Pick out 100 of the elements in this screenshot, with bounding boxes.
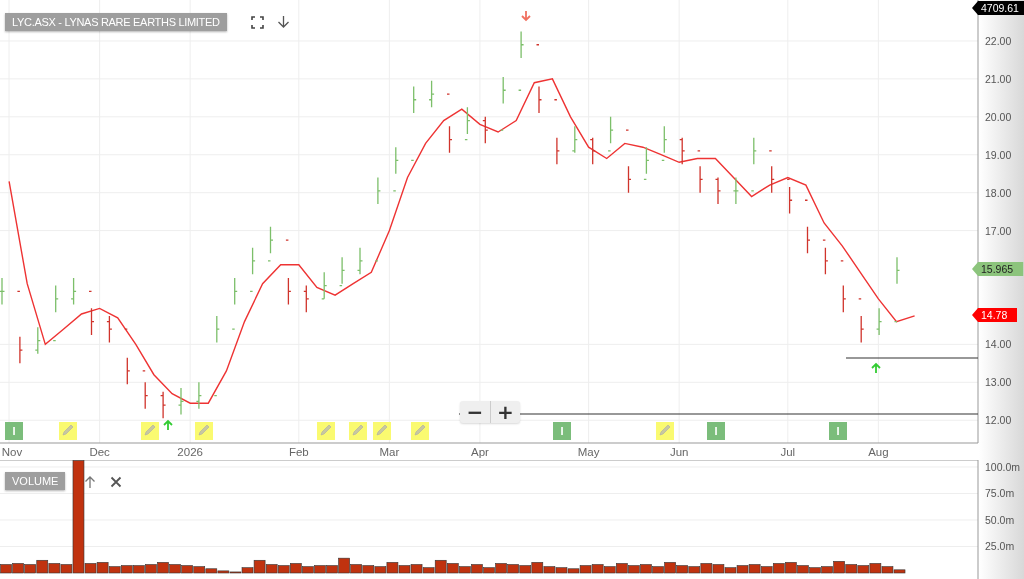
y-axis-label: 13.00 [985,376,1012,389]
volume-bar [290,563,302,574]
up-arrow-icon [163,419,173,431]
price-bar [535,44,543,114]
y-axis-label: 100.0m [985,461,1021,473]
x-axis-label: 2026 [177,446,203,458]
note-marker[interactable] [317,422,335,440]
volume-bar [797,565,809,574]
volume-bar [845,564,857,574]
up-arrow-icon [871,362,881,374]
price-bar [159,391,167,419]
fullscreen-icon[interactable] [251,16,264,29]
price-bar [124,328,131,385]
price-bar [177,387,185,416]
y-axis-label: 14.00 [985,338,1012,351]
price-bar [285,239,292,306]
volume-bar [265,564,278,574]
volume-bar [446,563,459,574]
down-arrow-icon[interactable] [277,15,290,29]
y-axis-label: 12.00 [985,414,1012,427]
x-axis-label: Nov [1,446,23,458]
zoom-out-button[interactable]: − [460,401,490,423]
info-marker[interactable]: I [553,422,571,440]
price-bar [589,137,596,165]
volume-bar [640,564,652,574]
volume-bar [507,564,519,574]
price-bar [356,247,364,275]
price-bar [679,137,686,165]
price-bar [88,290,95,336]
x-axis-label: May [577,446,600,458]
volume-bar [519,565,531,574]
volume-bar [181,565,193,574]
price-bar [696,150,704,194]
note-marker[interactable] [349,422,367,440]
x-axis-label: Feb [288,446,309,458]
price-bar [553,99,561,165]
note-marker[interactable] [59,422,77,440]
price-bar [338,256,346,287]
note-marker[interactable] [656,422,674,440]
price-bar [34,326,41,355]
up-arrow-icon[interactable] [84,475,96,489]
volume-bar [362,565,375,574]
close-icon[interactable] [110,476,122,488]
volume-bar [736,565,749,574]
volume-bar [773,563,785,574]
info-marker[interactable]: I [707,422,725,440]
y-axis-label: 18.00 [985,186,1012,199]
y-axis-label: 25.0m [985,540,1015,553]
volume-bar [748,564,761,574]
volume-bar [169,564,181,574]
note-marker[interactable] [373,422,391,440]
volume-bar [121,565,133,574]
volume-label: VOLUME [5,472,66,490]
volume-bar [145,564,157,574]
x-axis-label: Jul [780,446,796,458]
price-bar [750,137,757,192]
volume-bar [616,563,628,574]
price-bar [231,277,238,330]
chart-title: LYC.ASX - LYNAS RARE EARTHS LIMITED [5,13,227,31]
x-axis-label: Dec [89,446,110,458]
price-bar [714,176,722,205]
note-marker[interactable] [195,422,213,440]
price-bar [804,199,811,254]
price-bar [482,116,489,144]
note-marker[interactable] [411,422,429,440]
volume-bar [133,565,145,574]
price-flag: 4709.61 [972,1,1024,15]
price-bar [893,256,901,323]
price-bar [464,106,471,141]
y-axis-label: 22.00 [985,34,1012,47]
volume-bar [712,564,725,574]
note-marker[interactable] [141,422,159,440]
price-bar [428,80,435,108]
info-marker[interactable]: I [5,422,23,440]
price-bar [858,298,865,344]
price-bar [840,260,847,313]
price-bar [607,116,614,152]
x-axis-label: Aug [868,446,889,458]
price-bar [321,271,328,300]
price-bar [732,176,740,205]
info-marker[interactable]: I [829,422,847,440]
volume-bar [24,564,36,574]
volume-bar [157,562,169,574]
price-bar [768,150,775,194]
price-bar [786,178,793,215]
volume-bar [676,565,688,574]
y-axis-label: 21.00 [985,72,1012,85]
volume-bar [0,564,12,574]
price-flag: 15.965 [972,262,1024,276]
y-axis-label: 75.0m [985,487,1015,500]
volume-bar [48,563,61,574]
zoom-in-button[interactable]: + [490,401,520,423]
volume-bar [700,563,713,574]
price-bar [446,93,453,154]
volume-bar [785,562,797,574]
volume-bar [277,565,290,574]
y-axis-label: 20.00 [985,110,1012,123]
price-bar [142,370,149,410]
volume-bar [314,565,326,574]
price-flag: 14.78 [972,308,1017,322]
